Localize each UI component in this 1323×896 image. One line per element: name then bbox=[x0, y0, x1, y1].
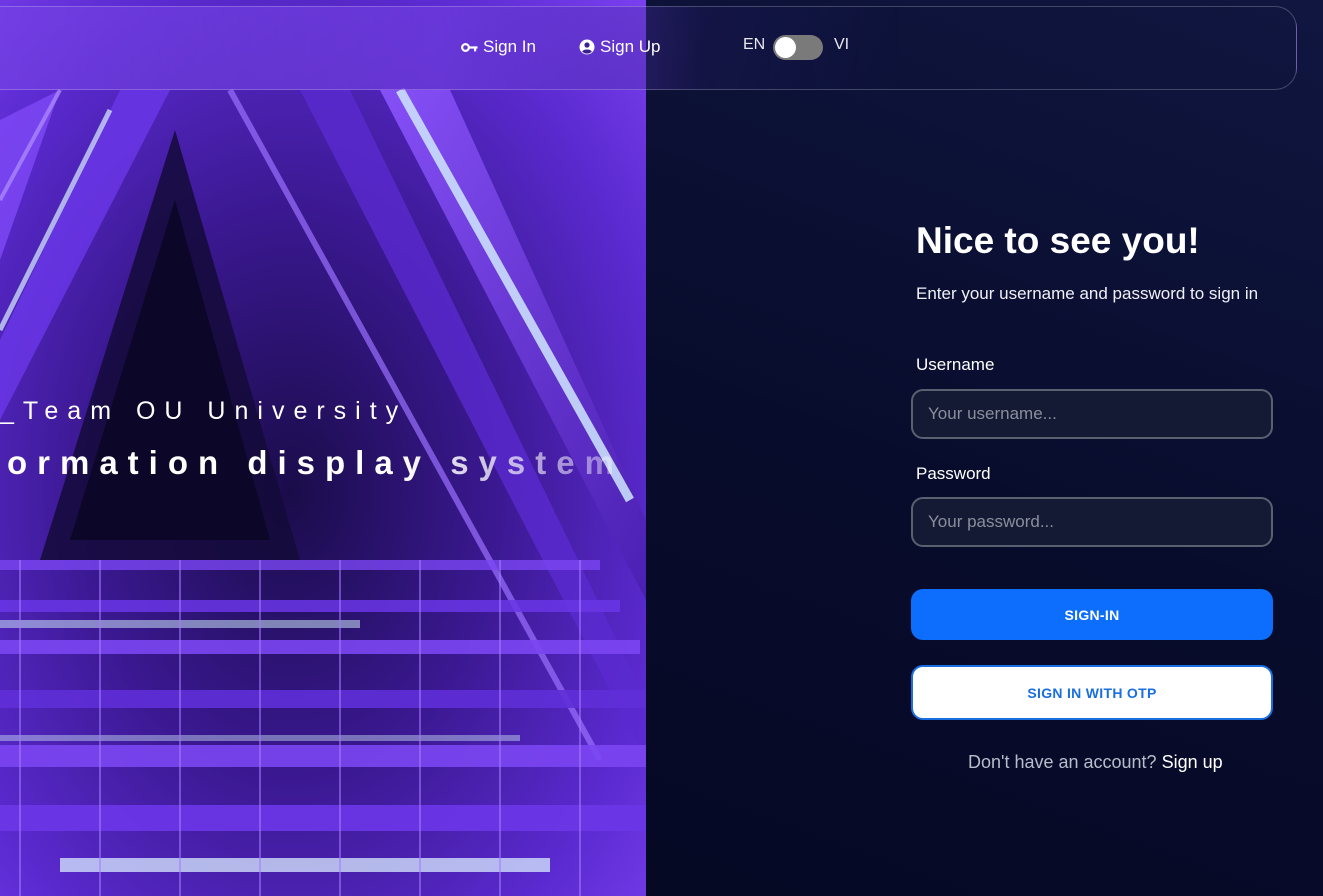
language-toggle[interactable] bbox=[773, 35, 823, 60]
hero-image: _Team OU University formation display sy… bbox=[0, 0, 646, 896]
password-label: Password bbox=[916, 464, 991, 483]
signup-prompt: Don't have an account? Sign up bbox=[968, 752, 1223, 773]
hero-team-text: _Team OU University bbox=[0, 397, 408, 425]
no-account-text: Don't have an account? bbox=[968, 752, 1157, 772]
user-circle-icon bbox=[579, 39, 595, 55]
password-input[interactable] bbox=[911, 497, 1273, 547]
lang-vi-label: VI bbox=[834, 36, 850, 53]
sign-in-otp-button[interactable]: SIGN IN WITH OTP bbox=[911, 665, 1273, 720]
key-icon bbox=[461, 42, 478, 53]
toggle-knob bbox=[775, 37, 796, 58]
nav-sign-in-link[interactable]: Sign In bbox=[461, 37, 536, 57]
nav-sign-up-label: Sign Up bbox=[600, 37, 661, 56]
hero-system-text: formation display system bbox=[0, 444, 624, 482]
username-label: Username bbox=[916, 355, 995, 374]
page-title: Nice to see you! bbox=[916, 220, 1200, 261]
page-subtitle: Enter your username and password to sign… bbox=[916, 284, 1259, 303]
nav-sign-up-link[interactable]: Sign Up bbox=[579, 37, 660, 57]
nav-sign-in-label: Sign In bbox=[483, 37, 536, 56]
sign-up-link[interactable]: Sign up bbox=[1162, 752, 1223, 772]
sign-in-button[interactable]: SIGN-IN bbox=[911, 589, 1273, 640]
username-input[interactable] bbox=[911, 389, 1273, 439]
lang-en-label: EN bbox=[743, 36, 766, 53]
